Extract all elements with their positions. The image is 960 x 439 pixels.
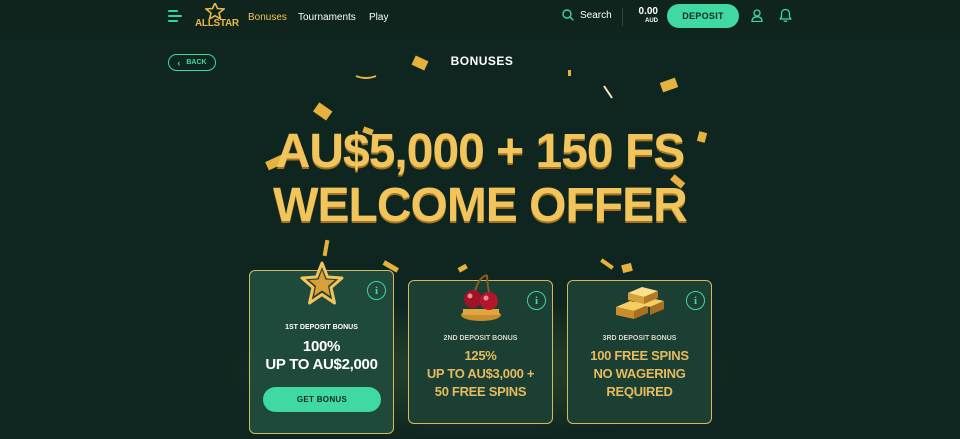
- nav-item-play[interactable]: Play: [369, 12, 388, 23]
- search-button[interactable]: Search: [562, 9, 612, 21]
- balance-currency: AUD: [645, 18, 658, 24]
- nav-tournaments-wrap: Tournaments: [298, 0, 356, 34]
- get-bonus-button[interactable]: GET BONUS: [263, 387, 381, 412]
- balance-display: 0.00 AUD: [630, 6, 658, 24]
- back-button[interactable]: ‹ BACK: [168, 54, 216, 71]
- bonus-offer-line3: 50 FREE SPINS: [434, 384, 527, 399]
- search-icon: [562, 9, 574, 21]
- top-navigation-bar: ALLSTAR Bonuses Tournaments Play Search …: [0, 0, 960, 34]
- header-divider: [622, 8, 623, 26]
- logo-text: ALLSTAR: [195, 18, 239, 29]
- bonus-label: 2ND DEPOSIT BONUS: [443, 335, 518, 342]
- bonus-offer-line1: 100%: [302, 338, 341, 355]
- nav-item-bonuses[interactable]: Bonuses: [248, 12, 287, 23]
- nav-play-wrap: Play: [369, 0, 388, 34]
- bonus-label: 1ST DEPOSIT BONUS: [285, 324, 358, 331]
- info-icon[interactable]: i: [367, 281, 386, 300]
- allstar-logo[interactable]: ALLSTAR: [195, 3, 239, 31]
- nav-item-tournaments[interactable]: Tournaments: [298, 12, 356, 23]
- bonus-offer-line1: 125%: [464, 348, 497, 363]
- bonus-card-2: i 2ND DEPOSIT BONUS 125% UP TO AU$3,000 …: [408, 274, 553, 424]
- bonus-offer-line1: 100 FREE SPINS: [590, 348, 689, 363]
- bonus-offer-line2: UP TO AU$3,000 +: [426, 366, 535, 381]
- bonus-offer-line2: NO WAGERING: [593, 366, 686, 381]
- info-icon[interactable]: i: [686, 291, 705, 310]
- star-icon: [300, 261, 344, 305]
- gold-bars-icon: [616, 287, 664, 319]
- balance-amount: 0.00: [638, 6, 658, 17]
- user-icon[interactable]: [751, 9, 763, 22]
- bonus-card-1: i 1ST DEPOSIT BONUS 100% UP TO AU$2,000 …: [249, 261, 394, 434]
- deposit-button[interactable]: DEPOSIT: [667, 4, 739, 28]
- hero-subheadline: WELCOME OFFER: [273, 179, 688, 232]
- menu-icon[interactable]: [168, 8, 182, 24]
- bonus-offer-line3: REQUIRED: [606, 384, 673, 399]
- info-icon[interactable]: i: [527, 291, 546, 310]
- page-title: BONUSES: [450, 54, 514, 68]
- search-label: Search: [580, 9, 612, 21]
- back-label: BACK: [186, 59, 207, 66]
- chevron-left-icon: ‹: [177, 57, 181, 68]
- cherries-icon: [461, 274, 501, 321]
- bonus-card-3: i 3RD DEPOSIT BONUS 100 FREE SPINS NO WA…: [567, 280, 712, 424]
- star-logo-icon: [205, 3, 225, 19]
- hero-headline: AU$5,000 + 150 FS: [275, 125, 686, 178]
- bell-icon[interactable]: [779, 8, 792, 23]
- bonus-offer-line2: UP TO AU$2,000: [265, 356, 378, 373]
- nav-bonuses-wrap: Bonuses: [248, 0, 287, 34]
- bonus-label: 3RD DEPOSIT BONUS: [602, 335, 677, 342]
